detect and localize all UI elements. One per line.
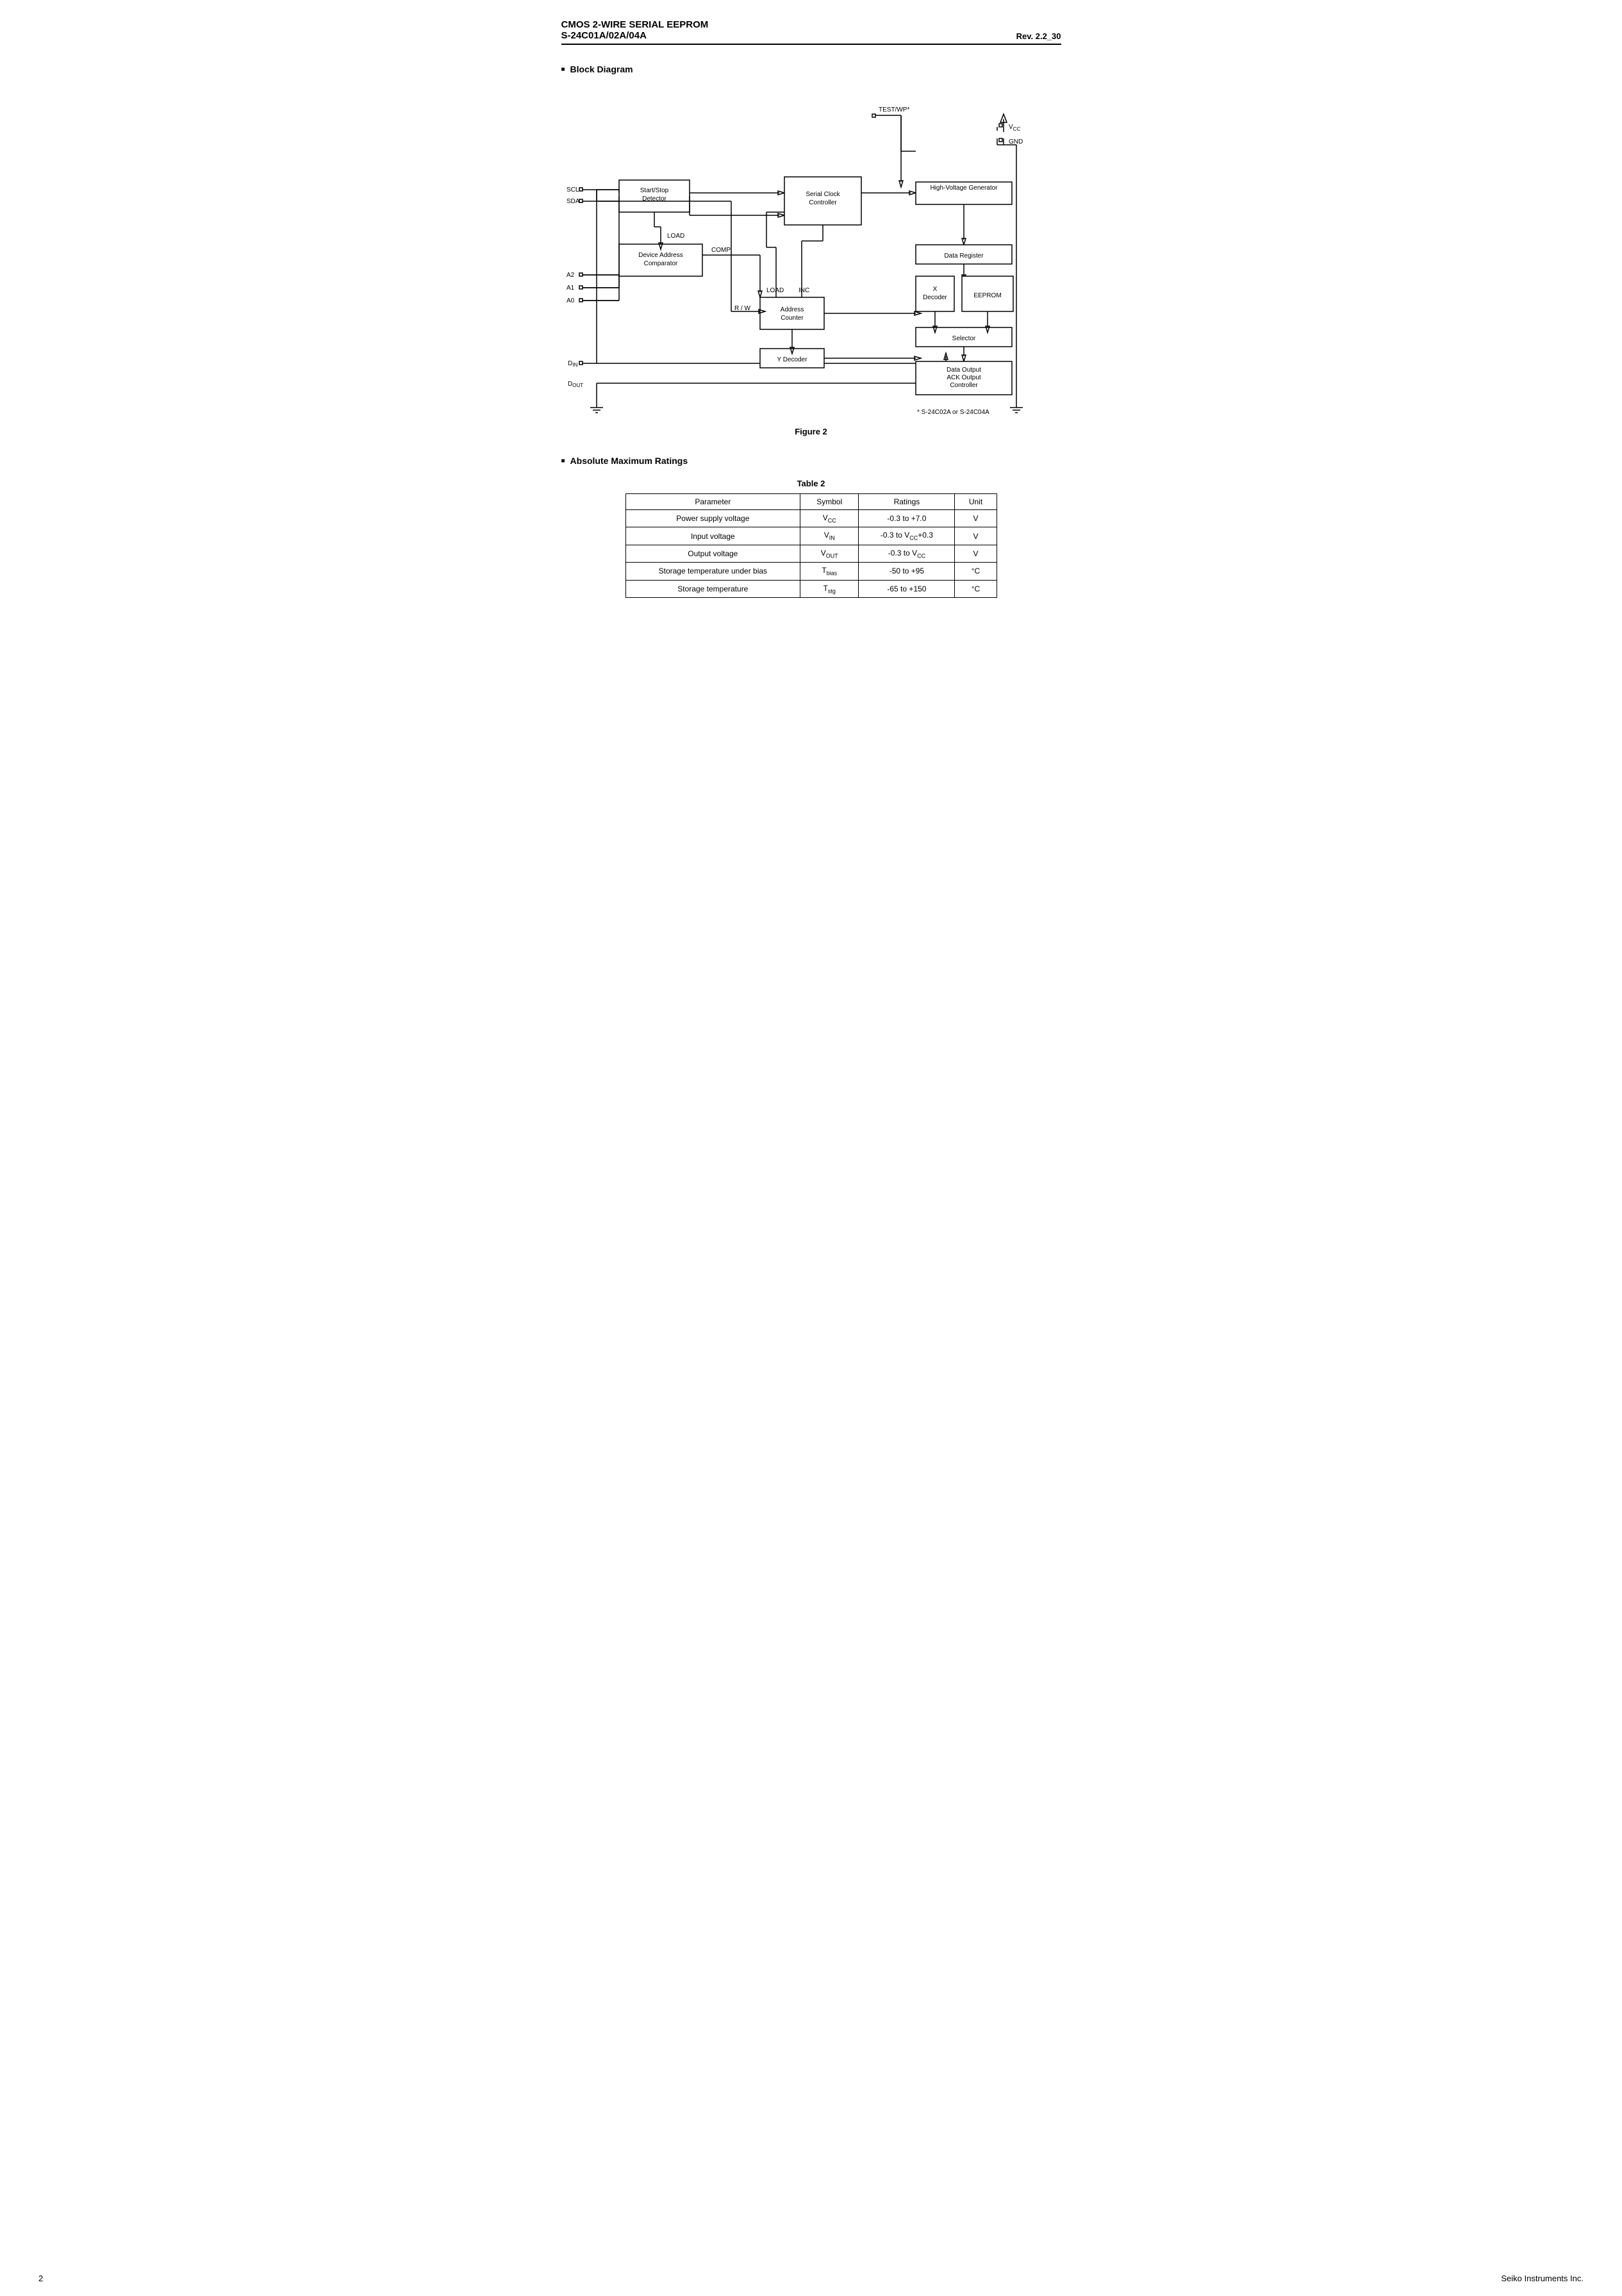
param-tbias: Storage temperature under bias — [625, 563, 800, 580]
svg-text:DIN: DIN — [568, 360, 577, 368]
sym-vout: VOUT — [800, 545, 859, 562]
svg-text:Controller: Controller — [809, 199, 837, 206]
sym-pwr: VCC — [800, 510, 859, 527]
param-tstg: Storage temperature — [625, 580, 800, 597]
ratings-table: Parameter Symbol Ratings Unit Power supp… — [625, 493, 997, 598]
svg-text:TEST/WP*: TEST/WP* — [879, 106, 909, 113]
svg-text:Comparator: Comparator — [643, 260, 677, 267]
svg-text:High-Voltage Generator: High-Voltage Generator — [930, 185, 998, 192]
header-revision: Rev. 2.2_30 — [1016, 31, 1061, 41]
svg-text:Counter: Counter — [781, 315, 804, 322]
col-header-symbol: Symbol — [800, 494, 859, 510]
svg-text:VCC: VCC — [1009, 124, 1020, 132]
col-header-ratings: Ratings — [859, 494, 955, 510]
absolute-ratings-heading: Absolute Maximum Ratings — [561, 456, 1061, 466]
svg-text:X: X — [932, 286, 937, 293]
param-vout: Output voltage — [625, 545, 800, 562]
svg-text:Address: Address — [780, 306, 804, 313]
rat-vout: -0.3 to VCC — [859, 545, 955, 562]
svg-text:SCL: SCL — [567, 186, 579, 194]
table-row: Power supply voltage VCC -0.3 to +7.0 V — [625, 510, 997, 527]
svg-text:Data Register: Data Register — [944, 252, 984, 260]
page-header: CMOS 2-WIRE SERIAL EEPROM S-24C01A/02A/0… — [561, 19, 1061, 45]
col-header-parameter: Parameter — [625, 494, 800, 510]
rat-tbias: -50 to +95 — [859, 563, 955, 580]
diagram-svg: text { font-family: Arial, Helvetica, sa… — [561, 87, 1061, 420]
company-name: Seiko Instruments Inc. — [1501, 2274, 1584, 2283]
unit-vin: V — [955, 527, 997, 545]
table-row: Storage temperature Tstg -65 to +150 °C — [625, 580, 997, 597]
table-row: Input voltage VIN -0.3 to VCC+0.3 V — [625, 527, 997, 545]
svg-text:Y Decoder: Y Decoder — [777, 356, 807, 363]
svg-text:LOAD: LOAD — [667, 233, 684, 240]
unit-tbias: °C — [955, 563, 997, 580]
svg-text:EEPROM: EEPROM — [973, 292, 1001, 299]
sym-vin: VIN — [800, 527, 859, 545]
block-diagram-heading: Block Diagram — [561, 64, 1061, 74]
table-row: Output voltage VOUT -0.3 to VCC V — [625, 545, 997, 562]
svg-text:Decoder: Decoder — [923, 294, 947, 301]
param-pwr: Power supply voltage — [625, 510, 800, 527]
table-label: Table 2 — [561, 479, 1061, 488]
page-footer: 2 Seiko Instruments Inc. — [0, 2274, 1622, 2283]
rat-pwr: -0.3 to +7.0 — [859, 510, 955, 527]
table-row: Storage temperature under bias Tbias -50… — [625, 563, 997, 580]
svg-text:Serial Clock: Serial Clock — [806, 191, 840, 198]
svg-text:Data Output: Data Output — [947, 367, 981, 374]
svg-text:* S-24C02A or S-24C04A: * S-24C02A or S-24C04A — [917, 409, 989, 416]
svg-text:DOUT: DOUT — [568, 381, 583, 388]
svg-text:Device Address: Device Address — [638, 252, 683, 259]
figure-label: Figure 2 — [561, 427, 1061, 436]
svg-text:SDA: SDA — [567, 198, 580, 205]
svg-text:ACK Output: ACK Output — [947, 374, 981, 381]
param-vin: Input voltage — [625, 527, 800, 545]
header-title: CMOS 2-WIRE SERIAL EEPROM S-24C01A/02A/0… — [561, 19, 709, 41]
svg-text:Selector: Selector — [952, 335, 975, 342]
svg-text:A0: A0 — [567, 297, 575, 304]
svg-text:A1: A1 — [567, 285, 575, 292]
unit-tstg: °C — [955, 580, 997, 597]
svg-text:A2: A2 — [567, 272, 575, 279]
sym-tbias: Tbias — [800, 563, 859, 580]
svg-text:COMP: COMP — [711, 247, 731, 254]
rat-vin: -0.3 to VCC+0.3 — [859, 527, 955, 545]
svg-text:Start/Stop: Start/Stop — [640, 187, 668, 194]
sym-tstg: Tstg — [800, 580, 859, 597]
rat-tstg: -65 to +150 — [859, 580, 955, 597]
block-diagram: text { font-family: Arial, Helvetica, sa… — [561, 87, 1061, 420]
svg-text:LOAD: LOAD — [766, 287, 784, 294]
svg-text:INC: INC — [799, 287, 809, 294]
unit-vout: V — [955, 545, 997, 562]
unit-pwr: V — [955, 510, 997, 527]
svg-text:Controller: Controller — [950, 382, 978, 389]
page-number: 2 — [38, 2274, 43, 2283]
col-header-unit: Unit — [955, 494, 997, 510]
